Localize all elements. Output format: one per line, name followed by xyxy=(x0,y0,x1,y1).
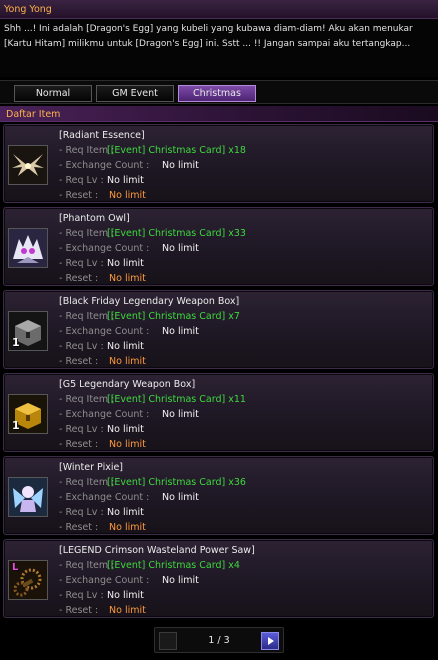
stack-count-badge: 1 xyxy=(12,336,20,349)
req-lv-label: - Req Lv : xyxy=(59,258,104,269)
weapon-box-icon: 1 xyxy=(8,311,48,351)
section-title: Daftar Item xyxy=(6,109,61,120)
exchange-count-label: - Exchange Count : xyxy=(59,160,150,171)
dialog-line-1: Shh ...! Ini adalah [Dragon's Egg] yang … xyxy=(4,24,413,34)
req-lv-label: - Req Lv : xyxy=(59,507,104,518)
req-lv-value: No limit xyxy=(107,175,144,186)
legend-badge: L xyxy=(12,562,19,573)
item-name: [Radiant Essence] xyxy=(59,130,145,141)
npc-dialog: Shh ...! Ini adalah [Dragon's Egg] yang … xyxy=(0,19,438,77)
exchange-count-label: - Exchange Count : xyxy=(59,326,150,337)
req-lv-value: No limit xyxy=(107,341,144,352)
exchange-count-value: No limit xyxy=(162,160,199,171)
list-item[interactable]: [Radiant Essence] - Req Item : [[Event] C… xyxy=(3,124,434,203)
window-titlebar: Yong Yong xyxy=(0,0,438,19)
req-item-value: [[Event] Christmas Card] x11 xyxy=(107,394,246,405)
list-item[interactable]: [Phantom Owl] - Req Item : [[Event] Chris… xyxy=(3,207,434,286)
exchange-count-value: No limit xyxy=(162,492,199,503)
reset-value: No limit xyxy=(109,190,146,201)
req-item-value: [[Event] Christmas Card] x36 xyxy=(107,477,246,488)
radiant-essence-icon xyxy=(8,145,48,185)
req-item-value: [[Event] Christmas Card] x18 xyxy=(107,145,246,156)
exchange-count-label: - Exchange Count : xyxy=(59,575,150,586)
exchange-count-label: - Exchange Count : xyxy=(59,243,150,254)
pagination: 1 / 3 xyxy=(154,627,284,653)
req-lv-value: No limit xyxy=(107,590,144,601)
req-lv-label: - Req Lv : xyxy=(59,424,104,435)
stack-count-badge: 1 xyxy=(12,419,20,432)
window-title: Yong Yong xyxy=(4,4,52,15)
reset-value: No limit xyxy=(109,273,146,284)
req-item-value: [[Event] Christmas Card] x4 xyxy=(107,560,240,571)
req-lv-value: No limit xyxy=(107,424,144,435)
exchange-count-label: - Exchange Count : xyxy=(59,492,150,503)
tab-christmas[interactable]: Christmas xyxy=(178,85,256,102)
exchange-count-label: - Exchange Count : xyxy=(59,409,150,420)
req-lv-label: - Req Lv : xyxy=(59,590,104,601)
reset-label: - Reset : xyxy=(59,605,99,616)
req-lv-label: - Req Lv : xyxy=(59,175,104,186)
exchange-count-value: No limit xyxy=(162,575,199,586)
reset-label: - Reset : xyxy=(59,356,99,367)
list-item[interactable]: 1 [G5 Legendary Weapon Box] - Req Item :… xyxy=(3,373,434,452)
req-lv-value: No limit xyxy=(107,258,144,269)
reset-label: - Reset : xyxy=(59,522,99,533)
req-lv-value: No limit xyxy=(107,507,144,518)
item-name: [Black Friday Legendary Weapon Box] xyxy=(59,296,240,307)
winter-pixie-icon xyxy=(8,477,48,517)
reset-value: No limit xyxy=(109,439,146,450)
tab-normal[interactable]: Normal xyxy=(14,85,92,102)
list-item[interactable]: L [LEGEND Crimson Wasteland Power Saw] -… xyxy=(3,539,434,618)
req-lv-label: - Req Lv : xyxy=(59,341,104,352)
item-name: [Phantom Owl] xyxy=(59,213,130,224)
req-item-value: [[Event] Christmas Card] x7 xyxy=(107,311,240,322)
tab-bar: Normal GM Event Christmas xyxy=(0,80,438,104)
item-name: [Winter Pixie] xyxy=(59,462,124,473)
req-item-value: [[Event] Christmas Card] x33 xyxy=(107,228,246,239)
next-page-button[interactable] xyxy=(261,632,279,650)
reset-label: - Reset : xyxy=(59,190,99,201)
list-item[interactable]: 1 [Black Friday Legendary Weapon Box] - … xyxy=(3,290,434,369)
dialog-line-2: [Kartu Hitam] milikmu untuk [Dragon's Eg… xyxy=(4,39,411,49)
reset-value: No limit xyxy=(109,522,146,533)
reset-label: - Reset : xyxy=(59,273,99,284)
power-saw-icon: L xyxy=(8,560,48,600)
reset-label: - Reset : xyxy=(59,439,99,450)
item-name: [G5 Legendary Weapon Box] xyxy=(59,379,196,390)
gold-box-icon: 1 xyxy=(8,394,48,434)
exchange-count-value: No limit xyxy=(162,243,199,254)
item-name: [LEGEND Crimson Wasteland Power Saw] xyxy=(59,545,255,556)
list-item[interactable]: [Winter Pixie] - Req Item : [[Event] Chri… xyxy=(3,456,434,535)
reset-value: No limit xyxy=(109,605,146,616)
section-header: Daftar Item xyxy=(0,106,438,122)
exchange-count-value: No limit xyxy=(162,409,199,420)
tab-gm-event[interactable]: GM Event xyxy=(96,85,174,102)
phantom-owl-icon xyxy=(8,228,48,268)
exchange-count-value: No limit xyxy=(162,326,199,337)
reset-value: No limit xyxy=(109,356,146,367)
